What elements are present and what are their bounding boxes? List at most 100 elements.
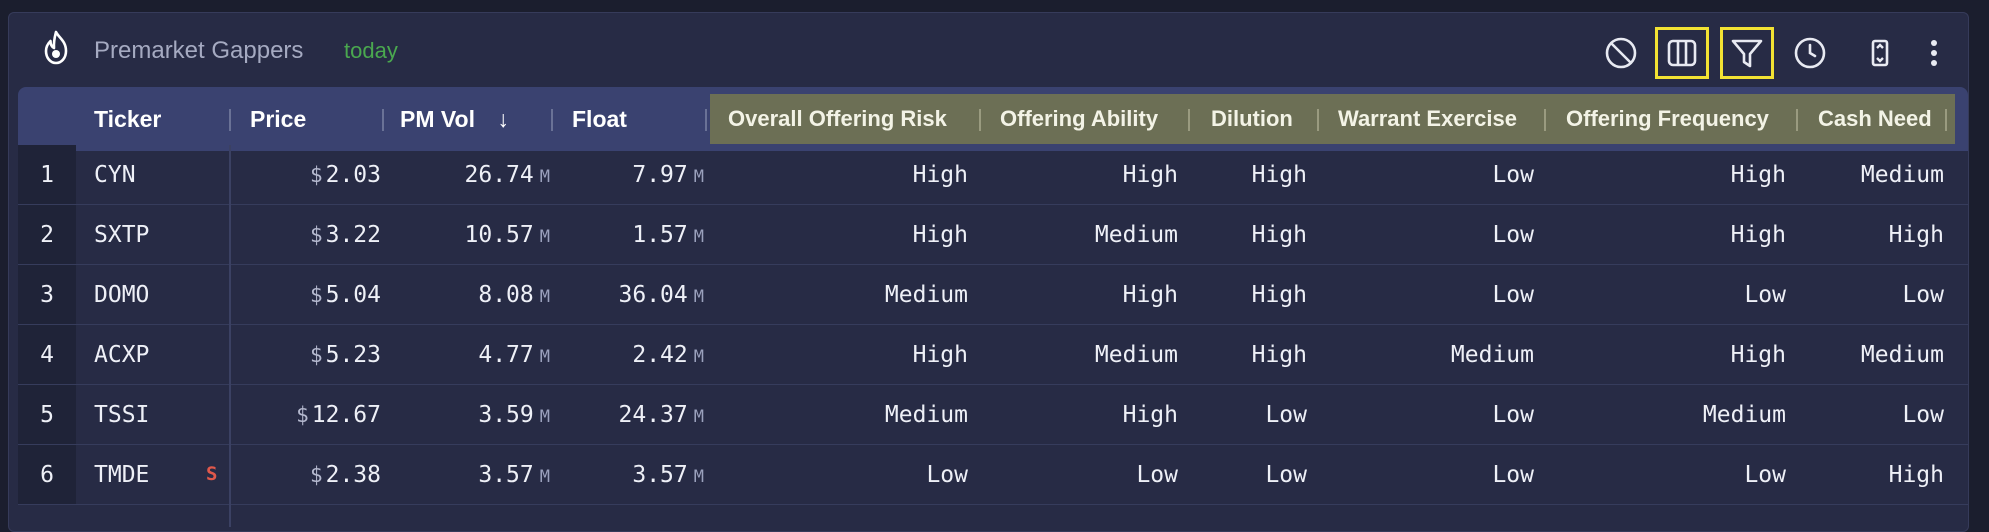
cell-dilution: High (1251, 222, 1307, 248)
column-resizer[interactable] (229, 109, 231, 131)
column-resizer[interactable] (1188, 109, 1190, 131)
cell-overall-offering-risk: Low (926, 462, 968, 488)
column-resizer[interactable] (979, 109, 981, 131)
cell-warrant-exercise: Low (1492, 222, 1534, 248)
block-button[interactable] (1594, 27, 1648, 79)
clock-button[interactable] (1783, 27, 1837, 79)
cell-price: $2.03 (310, 145, 381, 204)
unit-label: M (539, 227, 550, 247)
cell-warrant-exercise: Low (1492, 402, 1534, 428)
cell-pm-vol: 4.77 M (478, 325, 550, 384)
cell-ticker[interactable]: ACXP (94, 325, 149, 384)
cell-overall-offering-risk: High (912, 162, 968, 188)
column-header-warrant-exercise[interactable]: Warrant Exercise (1338, 87, 1517, 151)
cell-ticker[interactable]: DOMO (94, 265, 149, 324)
gappers-table: Ticker Price PM Vol ↓ Float Overall Offe… (18, 87, 1968, 527)
price-value: 2.38 (325, 462, 381, 488)
float-value: 2.42 (632, 342, 688, 368)
column-header-offering-ability[interactable]: Offering Ability (1000, 87, 1158, 151)
price-value: 2.03 (325, 162, 381, 188)
unit-label: M (539, 407, 550, 427)
float-value: 36.04 (618, 282, 688, 308)
cell-offering-ability: High (1122, 162, 1178, 188)
cell-dilution: High (1251, 342, 1307, 368)
currency-symbol: $ (309, 463, 323, 487)
pm-vol-value: 26.74 (464, 162, 534, 188)
panel-header: Premarket Gappers today (9, 13, 1968, 87)
currency-symbol: $ (296, 403, 309, 427)
cell-float: 2.42 M (632, 325, 704, 384)
cell-cash-need: High (1888, 222, 1944, 248)
column-resizer[interactable] (705, 109, 707, 131)
float-value: 7.97 (632, 162, 688, 188)
column-header-dilution[interactable]: Dilution (1211, 87, 1293, 151)
cell-offering-frequency: Low (1744, 462, 1786, 488)
cell-ticker[interactable]: TSSI (94, 385, 149, 444)
table-row[interactable]: 1 CYN $2.03 26.74 M 7.97 M High High High Low High M… (18, 145, 1968, 205)
more-options-button[interactable] (1907, 27, 1961, 79)
cell-float: 3.57 M (632, 445, 704, 504)
unit-label: M (693, 407, 704, 427)
cell-ticker[interactable]: TMDE (94, 445, 149, 504)
unit-label: M (693, 287, 704, 307)
float-value: 24.37 (618, 402, 688, 428)
price-value: 3.22 (325, 222, 381, 248)
cell-warrant-exercise: Medium (1450, 342, 1534, 368)
table-row[interactable]: 2 SXTP $3.22 10.57 M 1.57 M High Medium High Low Hi… (18, 205, 1968, 265)
unit-label: M (539, 467, 550, 487)
more-icon (1931, 40, 1937, 66)
column-resizer[interactable] (551, 109, 553, 131)
sort-descending-icon: ↓ (497, 106, 509, 132)
unit-label: M (539, 167, 550, 187)
cell-dilution: High (1251, 162, 1307, 188)
cell-overall-offering-risk: High (912, 222, 968, 248)
cell-pm-vol: 26.74 M (465, 145, 551, 204)
table-row[interactable]: 3 DOMO $5.04 8.08 M 36.04 M Medium High High Low Lo… (18, 265, 1968, 325)
cell-offering-frequency: Medium (1702, 402, 1786, 428)
expand-button[interactable] (1853, 27, 1907, 79)
filter-button[interactable] (1720, 27, 1774, 79)
cell-ticker[interactable]: SXTP (94, 205, 149, 264)
cell-price: $12.67 (296, 385, 381, 444)
column-header-pm-vol-label: PM Vol (400, 106, 475, 132)
column-resizer[interactable] (1945, 109, 1947, 131)
column-resizer[interactable] (1544, 109, 1546, 131)
column-resizer[interactable] (1317, 109, 1319, 131)
cell-offering-frequency: High (1730, 162, 1786, 188)
cell-warrant-exercise: Low (1492, 162, 1534, 188)
table-row[interactable]: 6 TMDE S $2.38 3.57 M 3.57 M Low Low Low Low Low High (18, 445, 1968, 505)
cell-offering-frequency: High (1730, 342, 1786, 368)
column-header-price[interactable]: Price (250, 87, 306, 151)
cell-price: $5.04 (310, 265, 381, 324)
cell-warrant-exercise: Low (1492, 282, 1534, 308)
row-number: 6 (40, 462, 54, 488)
cell-offering-ability: High (1122, 402, 1178, 428)
cell-offering-frequency: High (1730, 222, 1786, 248)
column-header-ticker[interactable]: Ticker (94, 87, 161, 151)
table-row[interactable]: 4 ACXP $5.23 4.77 M 2.42 M High Medium High Medium… (18, 325, 1968, 385)
panel-subtitle[interactable]: today (344, 38, 398, 64)
row-number: 3 (40, 282, 54, 308)
table-row[interactable]: 5 TSSI $12.67 3.59 M 24.37 M Medium High Low Low Me… (18, 385, 1968, 445)
column-header-float[interactable]: Float (572, 87, 627, 151)
filter-icon (1731, 39, 1763, 68)
row-number: 4 (40, 342, 54, 368)
block-icon (1605, 37, 1637, 69)
column-resizer[interactable] (382, 109, 384, 131)
cell-price: $2.38 (310, 445, 381, 504)
unit-label: M (693, 167, 704, 187)
cell-offering-ability: Medium (1094, 342, 1178, 368)
pm-vol-value: 4.77 (478, 342, 534, 368)
cell-warrant-exercise: Low (1492, 462, 1534, 488)
column-header-overall-offering-risk[interactable]: Overall Offering Risk (728, 87, 947, 151)
column-header-pm-vol[interactable]: PM Vol ↓ (400, 87, 509, 151)
cell-cash-need: Low (1902, 282, 1944, 308)
clock-icon (1794, 37, 1826, 69)
cell-ticker[interactable]: CYN (94, 145, 136, 204)
column-header-cash-need[interactable]: Cash Need (1818, 87, 1932, 151)
column-resizer[interactable] (1796, 109, 1798, 131)
currency-symbol: $ (309, 283, 323, 307)
columns-button[interactable] (1655, 27, 1709, 79)
column-header-offering-frequency[interactable]: Offering Frequency (1566, 87, 1769, 151)
pinned-column-divider (229, 145, 231, 527)
